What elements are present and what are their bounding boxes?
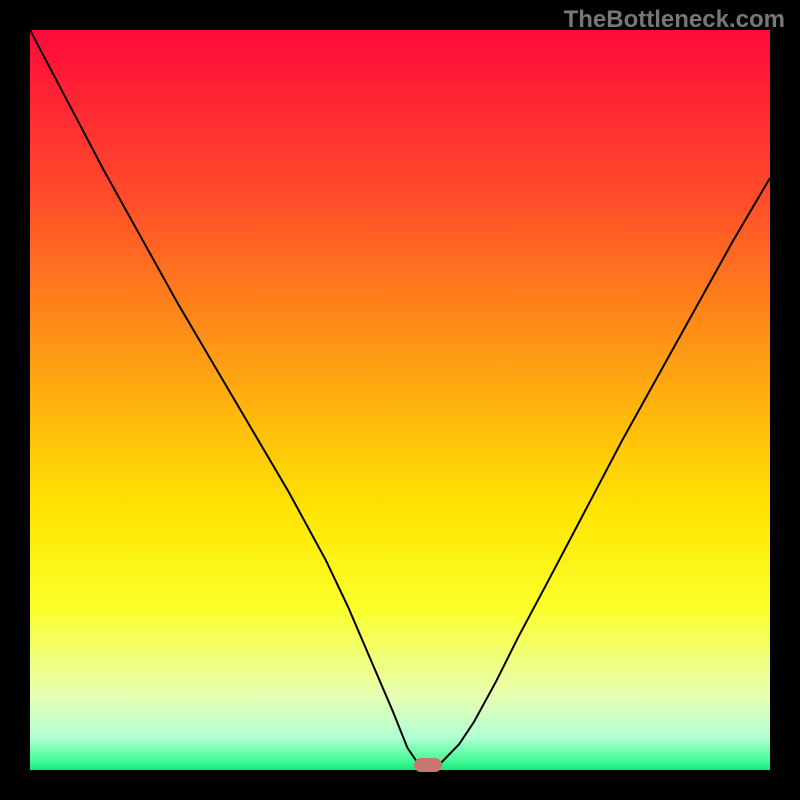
outer-black-frame: TheBottleneck.com	[0, 0, 800, 800]
optimal-point-marker	[414, 758, 442, 772]
bottleneck-chart	[30, 30, 770, 770]
chart-background	[30, 30, 770, 770]
